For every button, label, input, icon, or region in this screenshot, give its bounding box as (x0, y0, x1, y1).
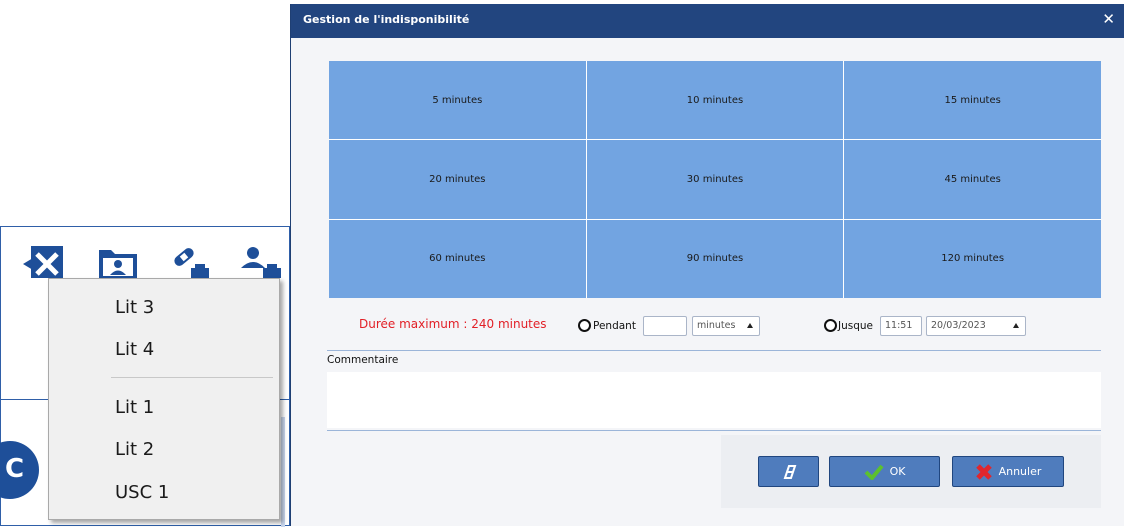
pendant-label: Pendant (593, 320, 636, 332)
background-scrollbar[interactable] (281, 417, 285, 527)
button-bar: OK Annuler (721, 435, 1101, 508)
duration-5-button[interactable]: 5 minutes (329, 61, 586, 140)
menu-item-lit-3[interactable]: Lit 3 (115, 297, 154, 318)
menu-item-lit-4[interactable]: Lit 4 (115, 339, 154, 360)
duration-options-row: Durée maximum : 240 minutes Pendant minu… (329, 304, 1101, 348)
dialog-titlebar[interactable]: Gestion de l'indisponibilité ✕ (291, 4, 1124, 38)
jusque-label: Jusque (838, 320, 874, 332)
cancel-button[interactable]: Annuler (952, 456, 1064, 487)
section-divider (327, 350, 1101, 351)
duration-60-button[interactable]: 60 minutes (329, 219, 586, 298)
duration-45-button[interactable]: 45 minutes (844, 140, 1101, 219)
pendant-unit-select[interactable]: minutes (692, 316, 760, 336)
menu-separator (111, 377, 273, 378)
refresh-icon[interactable]: C (0, 441, 39, 499)
duration-15-button[interactable]: 15 minutes (844, 61, 1101, 140)
jusque-date-text: 20/03/2023 (931, 320, 986, 331)
bandage-printer-icon[interactable] (169, 244, 213, 280)
dialog-title: Gestion de l'indisponibilité (303, 13, 470, 26)
folder-user-icon[interactable] (97, 244, 141, 280)
jusque-time-text: 11:51 (885, 320, 913, 331)
user-printer-icon[interactable] (239, 244, 283, 280)
ok-button-label: OK (889, 465, 906, 478)
jusque-date-picker[interactable]: 20/03/2023 (926, 316, 1026, 336)
jusque-time-input[interactable]: 11:51 (880, 316, 922, 336)
menu-item-usc-1[interactable]: USC 1 (115, 482, 169, 503)
duration-90-button[interactable]: 90 minutes (586, 219, 844, 298)
cross-icon (975, 463, 992, 480)
section-divider (327, 430, 1101, 431)
ok-button[interactable]: OK (829, 456, 940, 487)
eraser-icon (783, 464, 796, 479)
bed-context-menu: Lit 3 Lit 4 Lit 1 Lit 2 USC 1 (48, 278, 280, 520)
max-duration-warning: Durée maximum : 240 minutes (359, 317, 547, 331)
pendant-unit-text: minutes (697, 320, 736, 331)
pendant-value-input[interactable] (643, 316, 687, 336)
menu-item-lit-1[interactable]: Lit 1 (115, 397, 154, 418)
dropdown-arrow-icon (1013, 323, 1019, 328)
cancel-button-label: Annuler (998, 465, 1042, 478)
jusque-radio[interactable] (824, 319, 837, 332)
menu-item-lit-2[interactable]: Lit 2 (115, 439, 154, 460)
duration-20-button[interactable]: 20 minutes (329, 140, 586, 219)
dropdown-arrow-icon (747, 323, 753, 328)
close-x-icon[interactable] (23, 244, 67, 280)
close-icon[interactable]: ✕ (1102, 10, 1115, 28)
duration-120-button[interactable]: 120 minutes (844, 219, 1101, 298)
clear-button[interactable] (758, 456, 819, 487)
unavailability-dialog: Gestion de l'indisponibilité ✕ 5 minutes… (290, 4, 1124, 526)
comment-textarea[interactable] (327, 372, 1101, 428)
duration-30-button[interactable]: 30 minutes (586, 140, 844, 219)
pendant-radio[interactable] (578, 319, 591, 332)
checkmark-icon (864, 464, 884, 480)
comment-label: Commentaire (327, 354, 399, 366)
duration-grid: 5 minutes 10 minutes 15 minutes 20 minut… (329, 61, 1101, 298)
duration-10-button[interactable]: 10 minutes (586, 61, 844, 140)
